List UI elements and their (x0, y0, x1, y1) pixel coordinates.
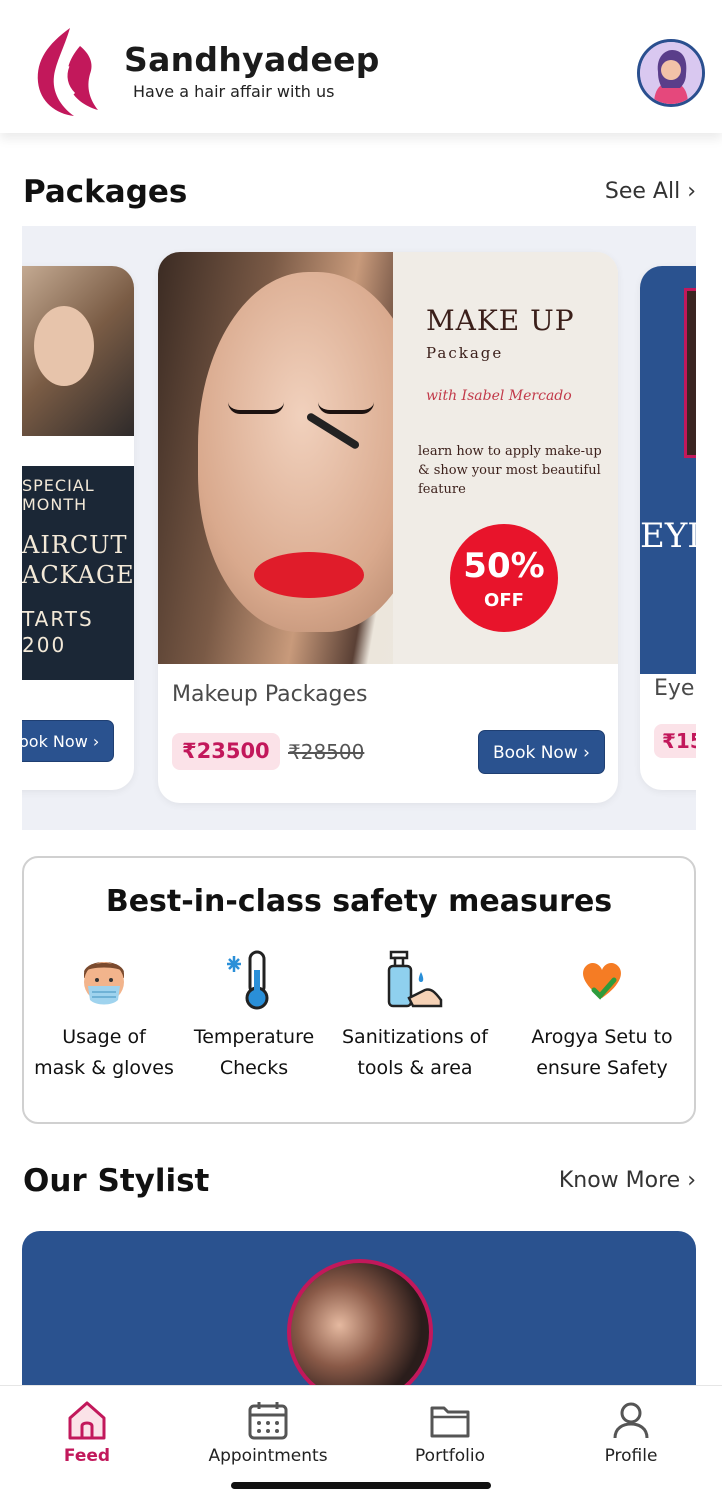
safety-label-mask: Usage of mask & gloves (30, 1022, 178, 1084)
home-indicator (231, 1482, 491, 1489)
haircut-promo-image: SPECIAL MONTH AIRCUT ACKAGE TARTS 200 (22, 466, 134, 680)
brand-name: Sandhyadeep (124, 40, 380, 79)
package-old-price: ₹28500 (288, 740, 365, 764)
eyelash-package-image: EYI (640, 266, 696, 674)
makeup-image-signature: with Isabel Mercado (426, 388, 572, 404)
thermometer-icon (224, 950, 284, 1010)
haircut-image-face (34, 306, 94, 386)
user-icon (609, 1398, 653, 1442)
brand-logo-icon (37, 28, 98, 116)
mask-face-icon (74, 950, 134, 1010)
promo-price: 200 (22, 633, 67, 657)
promo-line-1: SPECIAL MONTH (22, 476, 95, 514)
discount-badge: 50% OFF (450, 524, 558, 632)
model-eye-left (228, 402, 284, 414)
heart-check-icon (572, 950, 632, 1010)
package-price: ₹23500 (172, 733, 280, 770)
makeup-image-subtitle: Package (426, 344, 504, 362)
promo-package: ACKAGE (22, 561, 134, 589)
stylist-photo (287, 1259, 433, 1401)
nav-item-appointments[interactable]: Appointments (198, 1398, 338, 1466)
safety-line2: ensure Safety (536, 1057, 668, 1079)
makeup-image-title: MAKE UP (426, 304, 575, 337)
makeup-package-image: MAKE UP Package with Isabel Mercado lear… (158, 252, 618, 664)
promo-line-3: TARTS 200 (22, 606, 94, 658)
brand-tagline: Have a hair affair with us (133, 82, 335, 101)
promo-starts: TARTS (22, 607, 94, 631)
packages-carousel[interactable]: SPECIAL MONTH AIRCUT ACKAGE TARTS 200 oo… (22, 226, 696, 830)
safety-item-mask: Usage of mask & gloves (30, 950, 178, 1084)
nav-label-appointments: Appointments (208, 1446, 328, 1466)
app-header: Sandhyadeep Have a hair affair with us (0, 0, 722, 133)
promo-line-2: AIRCUT ACKAGE (22, 530, 134, 590)
safety-line1: Sanitizations of (341, 1026, 489, 1048)
safety-line2: tools & area (357, 1057, 473, 1079)
calendar-icon (246, 1398, 290, 1442)
stylist-title: Our Stylist (23, 1163, 210, 1199)
sanitizer-icon (385, 950, 445, 1010)
see-all-link[interactable]: See All › (605, 179, 696, 204)
model-eye-right (318, 402, 374, 414)
package-card-eyelash[interactable]: EYI Eyel ₹15 (640, 266, 696, 790)
safety-item-sanitization: Sanitizations of tools & area (330, 950, 500, 1084)
safety-label-sanitization: Sanitizations of tools & area (330, 1022, 500, 1084)
nav-label-feed: Feed (63, 1446, 111, 1466)
packages-title: Packages (23, 174, 188, 210)
discount-off: OFF (484, 590, 524, 611)
safety-item-temperature: Temperature Checks (184, 950, 324, 1084)
book-now-button[interactable]: ook Now › (22, 720, 115, 762)
book-now-button[interactable]: Book Now › (478, 730, 605, 774)
package-card-haircut[interactable]: SPECIAL MONTH AIRCUT ACKAGE TARTS 200 oo… (22, 266, 134, 790)
haircut-image (22, 266, 134, 436)
nav-item-portfolio[interactable]: Portfolio (380, 1398, 520, 1466)
discount-percent: 50% (463, 546, 545, 586)
nav-item-feed[interactable]: Feed (17, 1398, 157, 1466)
safety-line1: Usage of (62, 1026, 146, 1048)
folder-icon (428, 1398, 472, 1442)
eyelash-image-frame (684, 288, 696, 458)
makeup-image-description: learn how to apply make-up & show your m… (418, 444, 602, 497)
promo-special: SPECIAL (22, 476, 95, 495)
user-avatar[interactable] (637, 39, 705, 107)
safety-line1: Arogya Setu to (531, 1026, 673, 1048)
safety-label-temperature: Temperature Checks (184, 1022, 324, 1084)
package-name: Eyel (654, 676, 696, 701)
package-card-makeup[interactable]: MAKE UP Package with Isabel Mercado lear… (158, 252, 618, 803)
package-name: Makeup Packages (172, 682, 368, 707)
home-icon (65, 1398, 109, 1442)
know-more-link[interactable]: Know More › (559, 1168, 696, 1193)
safety-item-arogya-setu: Arogya Setu to ensure Safety (518, 950, 686, 1084)
stylist-banner[interactable] (22, 1231, 696, 1401)
safety-line2: mask & gloves (34, 1057, 174, 1079)
model-lips (254, 552, 364, 598)
promo-month: MONTH (22, 495, 88, 514)
safety-label-arogya: Arogya Setu to ensure Safety (518, 1022, 686, 1084)
eyelash-image-text: EYI (640, 516, 696, 556)
safety-line1: Temperature (193, 1026, 315, 1048)
avatar-illustration-icon (640, 42, 702, 104)
safety-measures-card: Best-in-class safety measures Usage of m… (22, 856, 696, 1124)
nav-label-portfolio: Portfolio (415, 1446, 485, 1466)
safety-title: Best-in-class safety measures (105, 884, 613, 919)
promo-haircut: AIRCUT (22, 531, 128, 559)
safety-line2: Checks (219, 1057, 289, 1079)
package-price: ₹15 (654, 724, 696, 758)
nav-label-profile: Profile (604, 1446, 658, 1466)
nav-item-profile[interactable]: Profile (561, 1398, 701, 1466)
